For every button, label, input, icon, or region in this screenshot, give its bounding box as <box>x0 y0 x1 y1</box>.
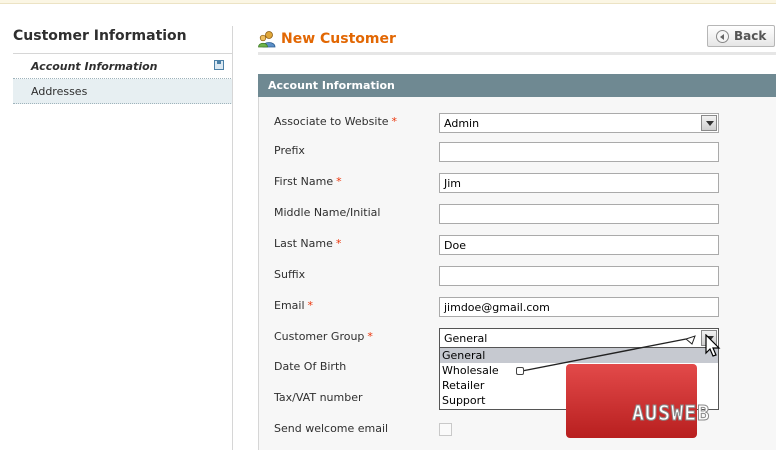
save-icon <box>214 60 224 70</box>
mouse-cursor-icon <box>705 334 721 357</box>
middle-name-label: Middle Name/Initial <box>274 206 381 219</box>
last-name-label: Last Name * <box>274 237 342 250</box>
header-divider <box>258 52 776 55</box>
website-label: Associate to Website * <box>274 115 398 128</box>
date-of-birth-label: Date Of Birth <box>274 360 347 373</box>
sidebar: Customer Information Account Information… <box>13 26 233 104</box>
prefix-label: Prefix <box>274 144 305 157</box>
tutorial-handle-icon <box>516 367 524 375</box>
sidebar-item-account-information[interactable]: Account Information <box>13 54 233 79</box>
sidebar-title: Customer Information <box>13 26 233 54</box>
first-name-label: First Name * <box>274 175 342 188</box>
send-welcome-email-label: Send welcome email <box>274 422 389 435</box>
sidebar-item-label: Account Information <box>31 60 158 73</box>
sidebar-item-addresses[interactable]: Addresses <box>13 79 233 104</box>
middle-name-input[interactable] <box>439 204 719 224</box>
website-select-value: Admin <box>444 117 480 130</box>
prefix-input[interactable] <box>439 142 719 162</box>
first-name-input[interactable]: Jim <box>439 173 719 193</box>
customer-group-label: Customer Group * <box>274 330 373 343</box>
suffix-input[interactable] <box>439 266 719 286</box>
top-notice-bar <box>0 0 776 4</box>
suffix-label: Suffix <box>274 268 306 281</box>
chevron-down-icon[interactable] <box>701 115 717 131</box>
watermark-logo: AUSWEB <box>631 401 711 426</box>
last-name-input[interactable]: Doe <box>439 235 719 255</box>
email-input[interactable]: jimdoe@gmail.com <box>439 297 719 317</box>
email-label: Email * <box>274 299 314 312</box>
sidebar-divider <box>232 26 233 450</box>
website-select[interactable]: Admin <box>439 113 719 133</box>
customer-group-value: General <box>444 332 488 345</box>
back-arrow-icon <box>716 30 729 43</box>
sidebar-item-label: Addresses <box>31 85 88 98</box>
customer-icon <box>258 31 276 48</box>
send-welcome-email-checkbox[interactable] <box>439 423 452 436</box>
back-button-label: Back <box>734 29 767 43</box>
section-header: Account Information <box>258 74 776 97</box>
tax-vat-label: Tax/VAT number <box>274 391 363 404</box>
page-title: New Customer <box>281 31 396 47</box>
back-button[interactable]: Back <box>707 25 775 47</box>
